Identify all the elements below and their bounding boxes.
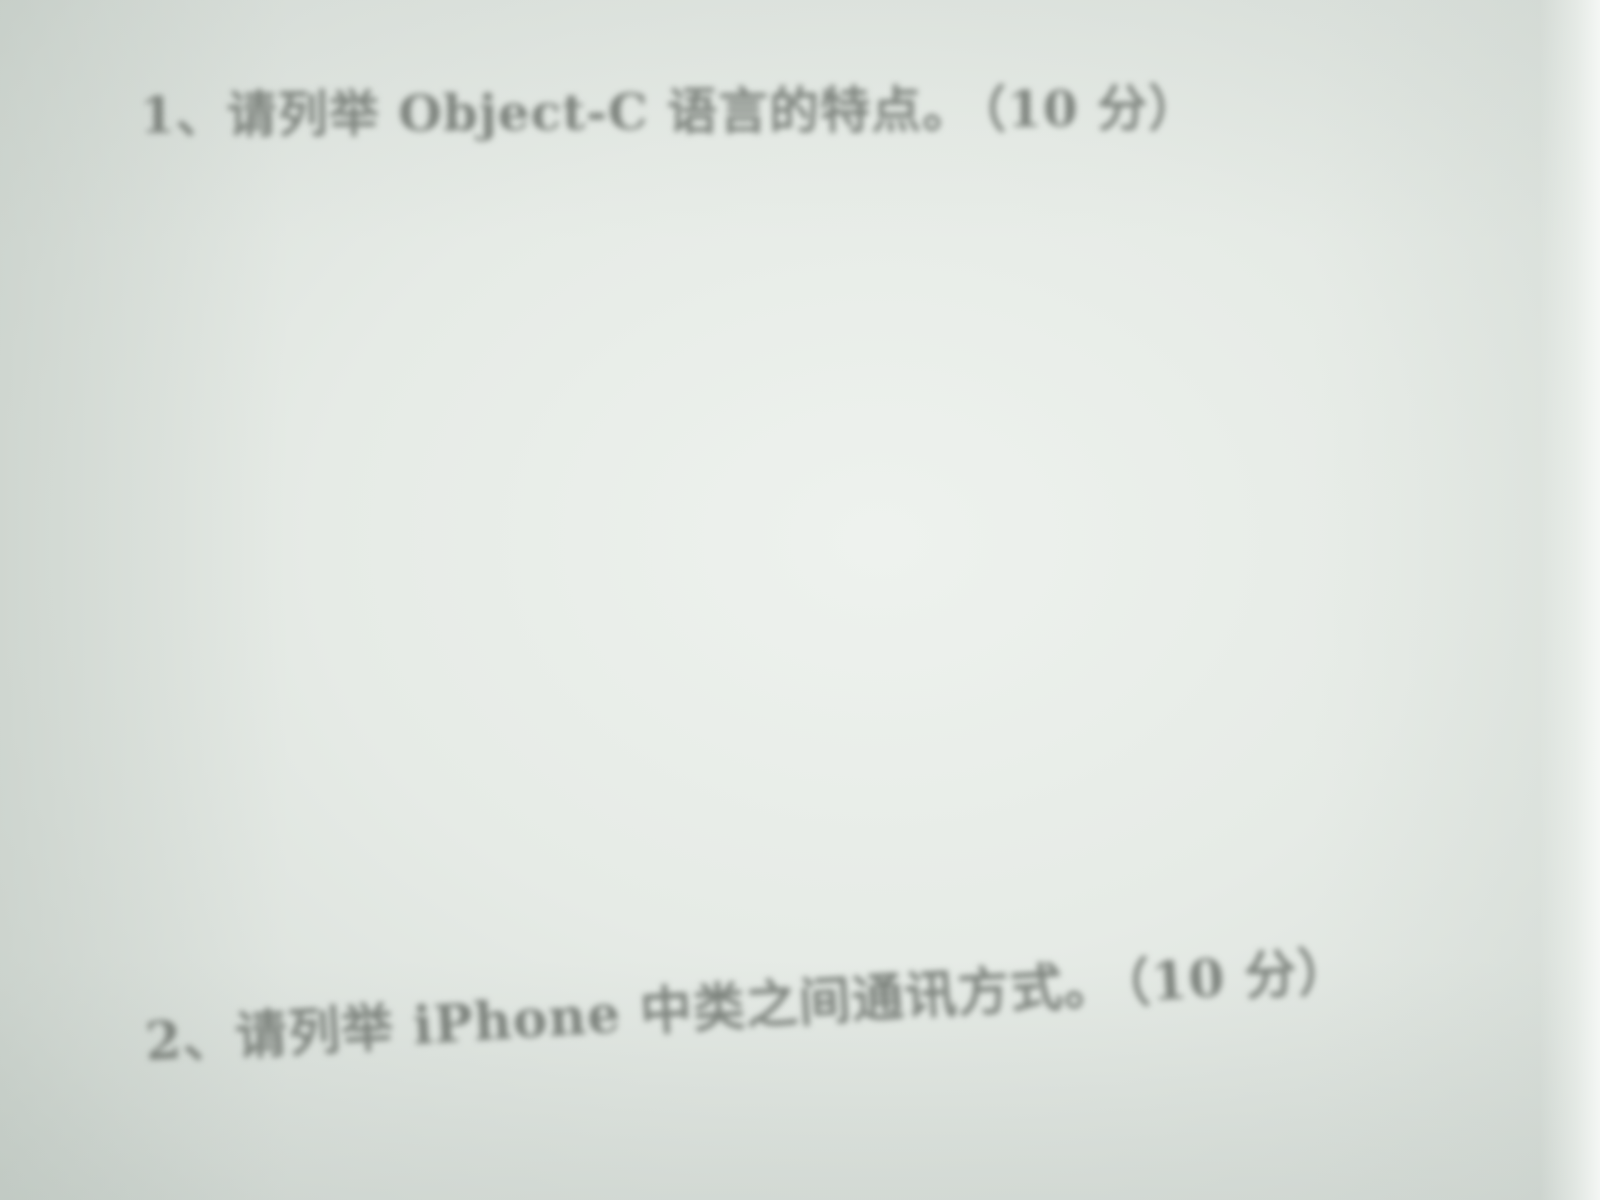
question-2-text: 请列举 iPhone 中类之间通讯方式。 xyxy=(233,954,1119,1068)
question-1-score: （10 分） xyxy=(980,78,1200,139)
question-1: 1、请列举 Object-C 语言的特点。 （10 分） xyxy=(140,68,1200,147)
question-2-number: 2、 xyxy=(143,1006,238,1073)
question-2-score: （10 分） xyxy=(1122,940,1353,1015)
exam-sheet-photo: 1、请列举 Object-C 语言的特点。 （10 分） 2、请列举 iPhone… xyxy=(0,0,1600,1200)
question-1-text: 请列举 Object-C 语言的特点。 xyxy=(226,79,974,145)
question-1-number: 1、 xyxy=(139,85,228,145)
question-2: 2、请列举 iPhone 中类之间通讯方式。（10 分） xyxy=(143,928,1352,1074)
